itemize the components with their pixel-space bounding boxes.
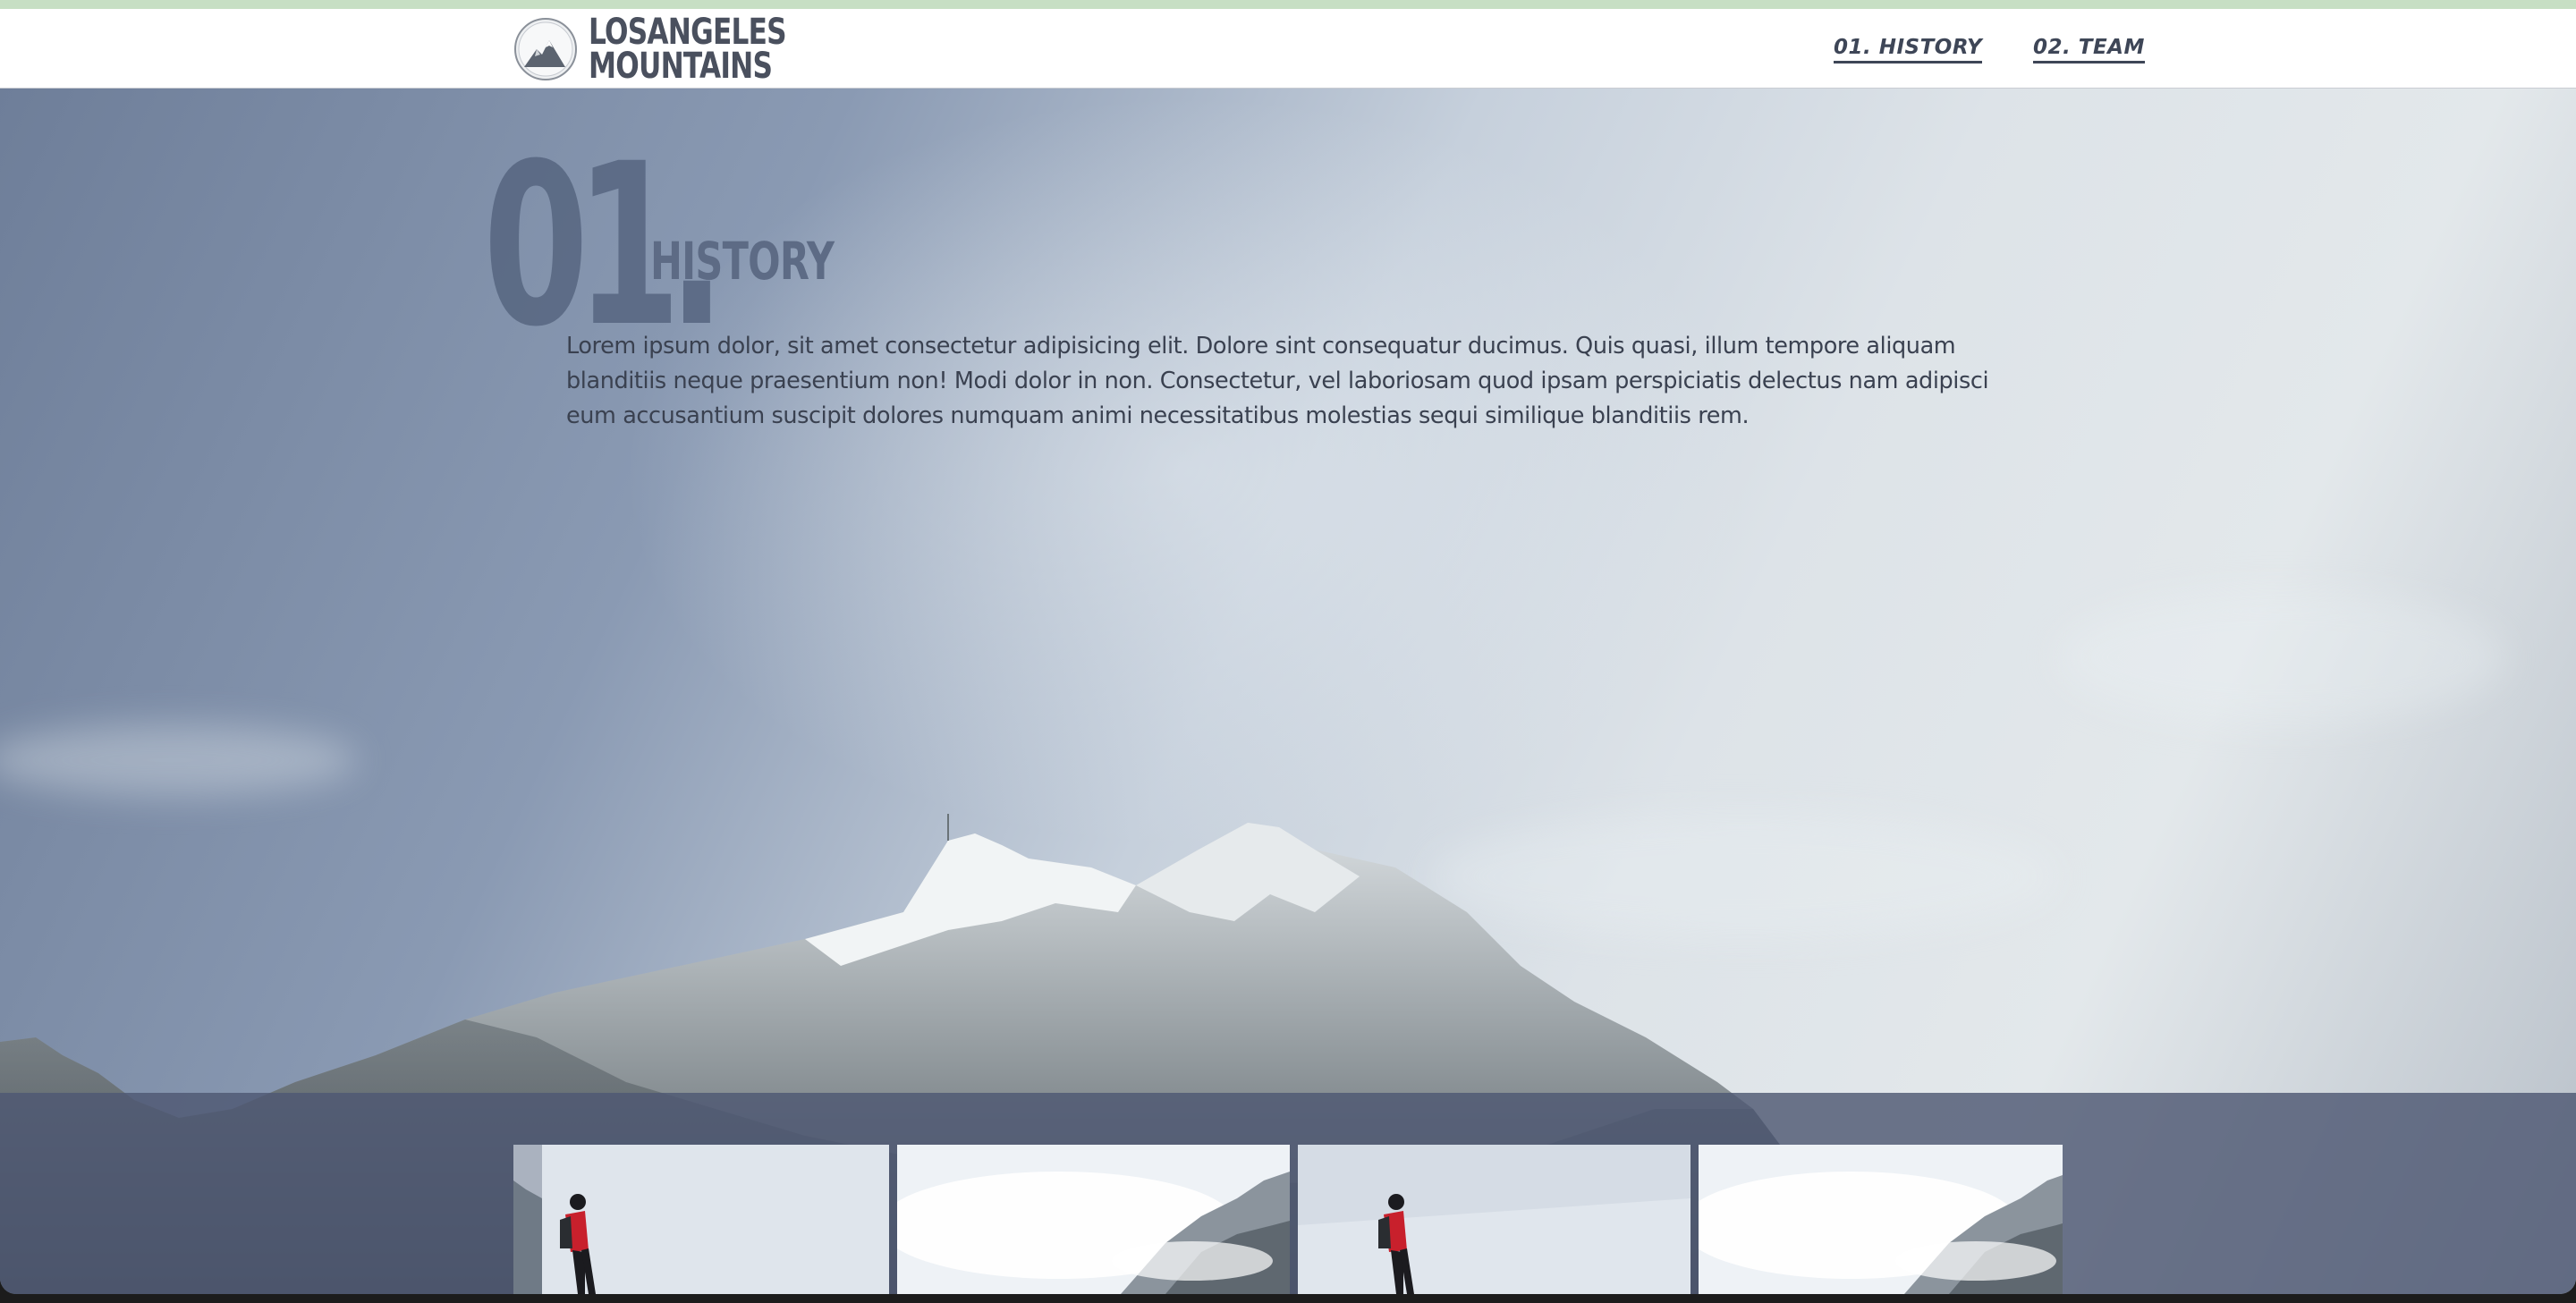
misty-mountain-photo-icon [1699,1145,2063,1294]
gallery-thumb-2[interactable] [897,1145,1290,1294]
gallery-thumb-4[interactable] [1699,1145,2063,1294]
brand-logo[interactable]: LOSANGELES MOUNTAINS [513,13,842,85]
browser-viewport: LOSANGELES MOUNTAINS 01. HISTORY 02. TEA… [0,9,2576,1294]
brand-name-line2: MOUNTAINS [589,46,773,87]
gallery-thumb-3[interactable] [1298,1145,1690,1294]
section-title: HISTORY [650,231,835,292]
section-body-text: Lorem ipsum dolor, sit amet consectetur … [566,333,1989,429]
nav-item-team: 02. TEAM [2033,36,2145,63]
site-header: LOSANGELES MOUNTAINS 01. HISTORY 02. TEA… [0,9,2576,89]
nav-item-history: 01. HISTORY [1834,36,1983,63]
cloud [2057,590,2504,724]
gallery-thumb-1[interactable] [513,1145,889,1294]
brand-name-line1: LOSANGELES [589,12,787,53]
hiker-photo-icon [1298,1145,1690,1294]
nav-link-history[interactable]: 01. HISTORY [1834,36,1983,63]
hiker-photo-icon [513,1145,889,1294]
nav-link-team[interactable]: 02. TEAM [2033,36,2145,63]
mountain-logo-icon [514,18,577,80]
misty-mountain-photo-icon [897,1145,1290,1294]
